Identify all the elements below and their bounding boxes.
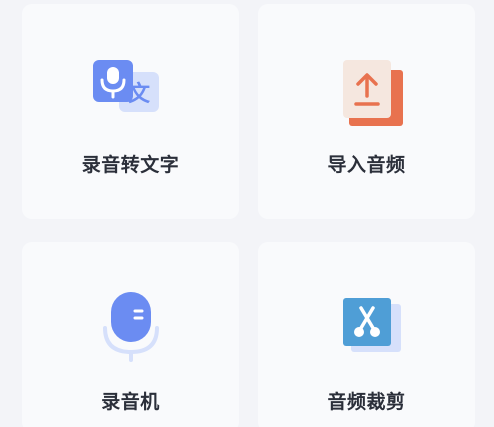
tools-grid: 文 录音转文字 导入音频 录音机 音频裁剪 bbox=[0, 0, 494, 427]
tool-card-import-audio[interactable]: 导入音频 bbox=[258, 4, 475, 219]
tool-card-speech-to-text[interactable]: 文 录音转文字 bbox=[22, 4, 239, 219]
tool-card-recorder[interactable]: 录音机 bbox=[22, 242, 239, 427]
microphone-icon bbox=[91, 292, 171, 362]
import-audio-icon bbox=[327, 58, 407, 128]
tool-label: 录音机 bbox=[101, 391, 160, 413]
tool-label: 导入音频 bbox=[327, 154, 406, 176]
speech-to-text-icon: 文 bbox=[91, 58, 171, 128]
tool-label: 音频裁剪 bbox=[327, 391, 406, 413]
tool-label: 录音转文字 bbox=[81, 154, 180, 176]
scissors-icon bbox=[327, 292, 407, 362]
tool-card-audio-trim[interactable]: 音频裁剪 bbox=[258, 242, 475, 427]
